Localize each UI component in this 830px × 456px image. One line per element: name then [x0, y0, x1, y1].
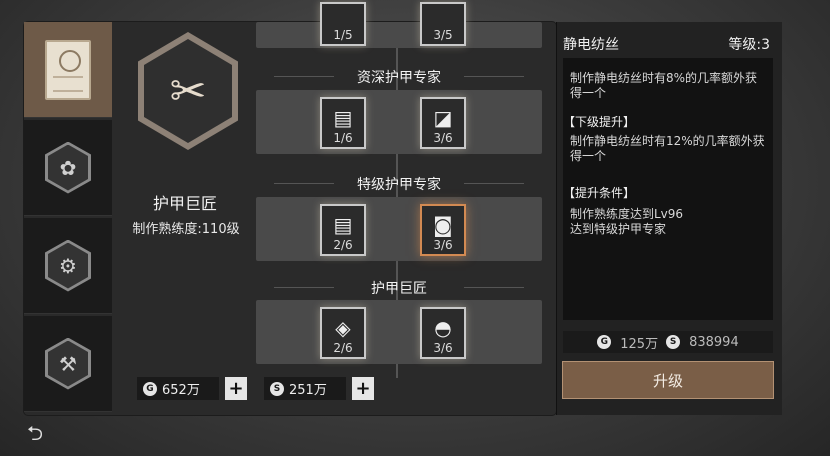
detail-description: 制作静电纺丝时有8%的几率额外获得一个	[570, 71, 758, 100]
sidebar-tab-hammer[interactable]: ⚒	[24, 316, 112, 412]
skill-level: 制作熟练度:110级	[132, 222, 240, 237]
requirement-line-2: 达到特级护甲专家	[570, 222, 667, 236]
upgrade-cost: G 125万 S 838994	[563, 331, 773, 353]
gold-coin-icon: G	[597, 335, 612, 349]
silver-currency: S 251万	[264, 377, 346, 400]
tree-node[interactable]: 1/5	[320, 2, 366, 46]
back-icon[interactable]: ⮌	[20, 421, 50, 448]
add-gold-button[interactable]: +	[225, 377, 247, 400]
sidebar-tab-certificate[interactable]	[24, 22, 112, 118]
next-level-description: 制作静电纺丝时有12%的几率额外获得一个	[570, 134, 765, 163]
node-count: 3/5	[433, 28, 453, 42]
detail-name: 静电纺丝	[563, 37, 619, 53]
tier-box	[256, 197, 542, 261]
gold-coin-icon: G	[143, 381, 157, 396]
roll-icon: ◙	[433, 213, 453, 237]
node-count: 1/6	[333, 131, 353, 145]
tree-node[interactable]: ▤ 2/6	[320, 204, 366, 256]
tree-node-selected[interactable]: ◙ 3/6	[420, 204, 466, 256]
tier-box	[256, 90, 542, 154]
tree-node[interactable]: ◈ 2/6	[320, 307, 366, 359]
sidebar-tab-plant[interactable]: ✿	[24, 120, 112, 216]
tree-node[interactable]: ◪ 3/6	[420, 97, 466, 149]
hammer-emblem-icon: ⚒	[45, 337, 91, 390]
tier-box-top	[256, 22, 542, 48]
node-count: 3/6	[433, 238, 453, 252]
skill-title: 护甲巨匠	[152, 194, 217, 213]
armor-icon: ◈	[335, 316, 351, 340]
node-count: 2/6	[333, 341, 353, 355]
node-count: 1/5	[333, 28, 353, 42]
sidebar-tab-gear[interactable]: ⚙	[24, 218, 112, 314]
cost-silver: 838994	[689, 334, 739, 350]
tier-title: 特级护甲专家	[256, 174, 542, 194]
requirement-line-1: 制作熟练度达到Lv96	[570, 207, 684, 221]
plant-emblem-icon: ✿	[45, 141, 91, 194]
detail-level: 等级:3	[728, 37, 770, 53]
next-level-heading: 【下级提升】	[563, 115, 636, 129]
add-silver-button[interactable]: +	[352, 377, 374, 400]
tree-node[interactable]: 3/5	[420, 2, 466, 46]
gear-emblem-icon: ⚙	[45, 239, 91, 292]
silver-amount: 251万	[289, 383, 327, 398]
cost-gold: 125万	[620, 336, 659, 352]
gold-currency: G 652万	[137, 377, 219, 400]
paper-icon: ▤	[333, 106, 353, 130]
silver-coin-icon: S	[666, 335, 681, 349]
silver-coin-icon: S	[270, 381, 284, 396]
tier-box	[256, 300, 542, 364]
node-count: 2/6	[333, 238, 353, 252]
certificate-icon	[45, 39, 91, 100]
paper-icon: ▤	[333, 213, 353, 237]
fabric-icon: ◪	[433, 106, 453, 130]
tier-title: 资深护甲专家	[256, 67, 542, 87]
tree-node[interactable]: ▤ 1/6	[320, 97, 366, 149]
helmet-icon: ◓	[434, 316, 452, 340]
upgrade-button[interactable]: 升级	[562, 361, 774, 399]
sidebar: ✿ ⚙ ⚒	[24, 22, 112, 415]
node-count: 3/6	[433, 341, 453, 355]
gold-amount: 652万	[162, 383, 200, 398]
tree-node[interactable]: ◓ 3/6	[420, 307, 466, 359]
tier-title: 护甲巨匠	[256, 278, 542, 298]
requirement-heading: 【提升条件】	[563, 186, 636, 200]
node-count: 3/6	[433, 131, 453, 145]
